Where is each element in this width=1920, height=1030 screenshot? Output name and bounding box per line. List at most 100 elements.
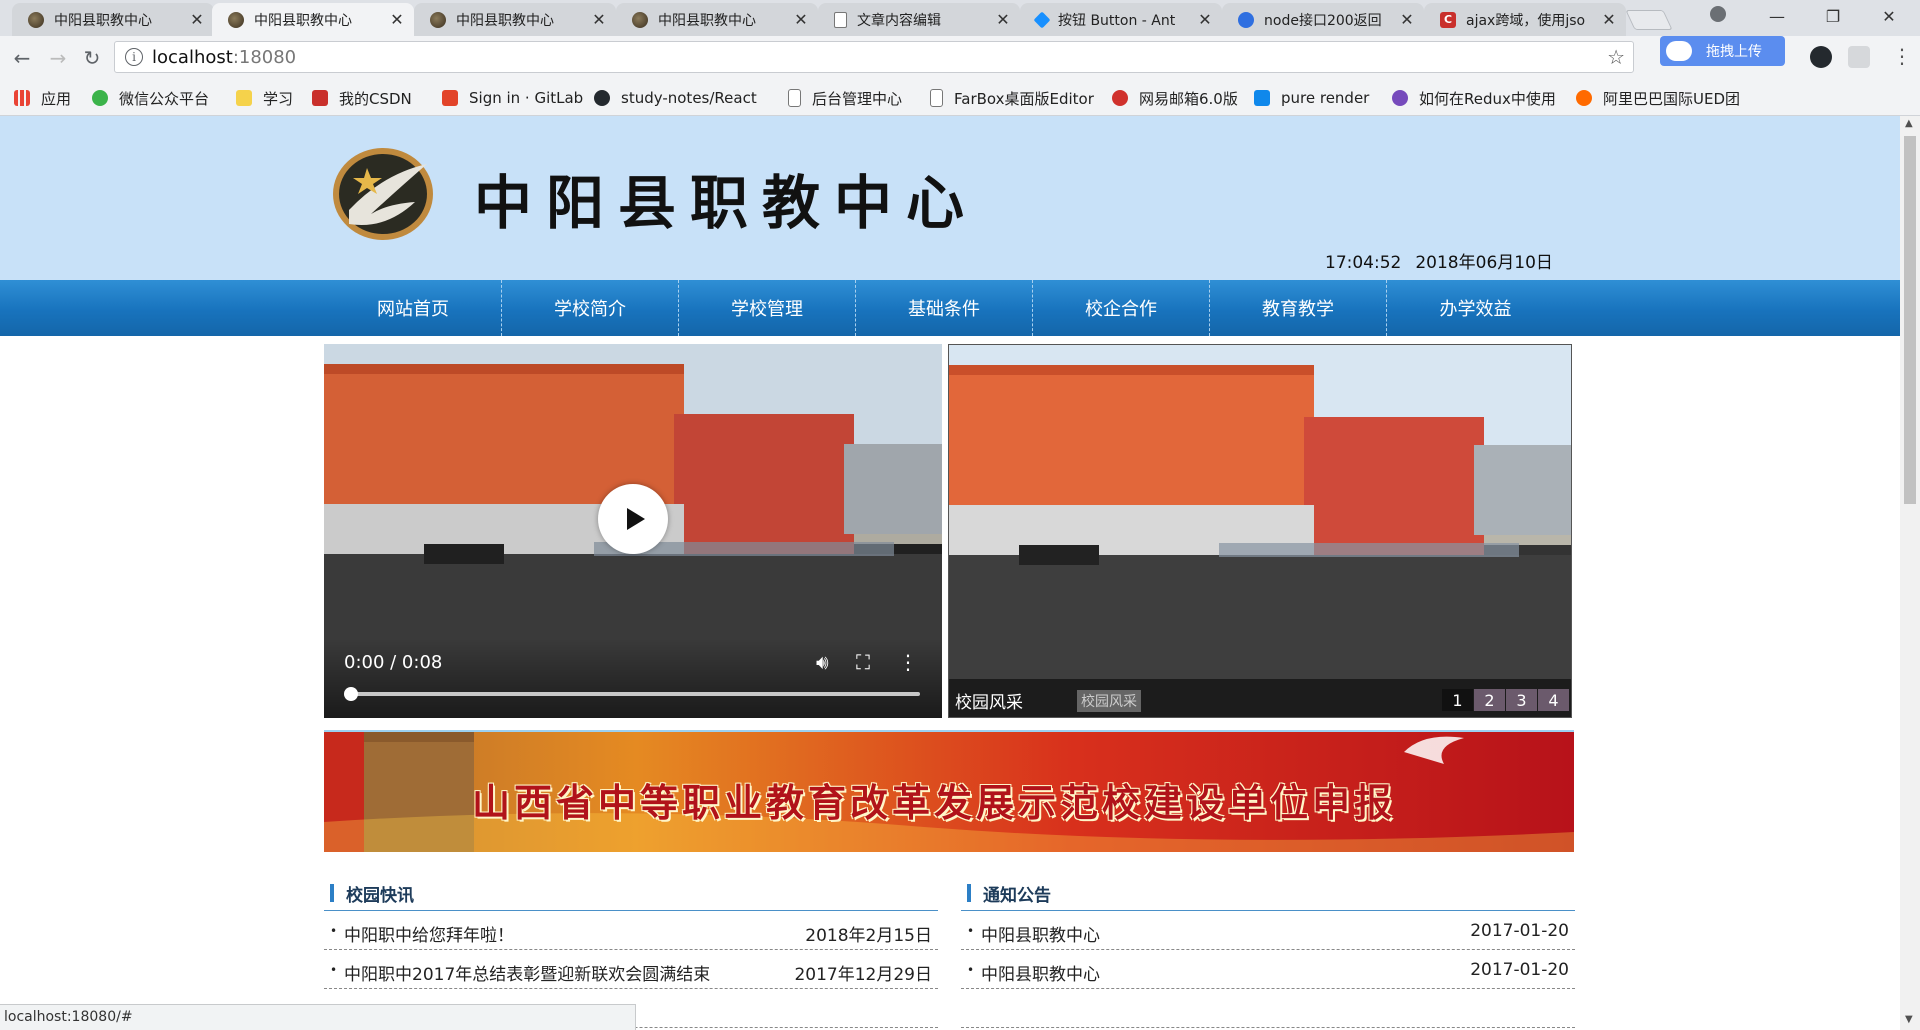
bookmark-item[interactable]: 网易邮箱6.0版 <box>1112 80 1238 116</box>
video-progress-bar[interactable] <box>350 692 920 696</box>
nav-item-cooperation[interactable]: 校企合作 <box>1033 280 1210 336</box>
bookmark-item[interactable]: 如何在Redux中使用 <box>1392 80 1556 116</box>
browser-tab[interactable]: node接口200返回 ✕ <box>1222 3 1424 36</box>
slide-page-4[interactable]: 4 <box>1538 689 1569 711</box>
news-title[interactable]: 中阳职中2017年总结表彰暨迎新联欢会圆满结束 <box>344 960 710 985</box>
header-accent <box>967 884 971 902</box>
bookmark-item[interactable]: pure render <box>1254 80 1369 116</box>
site-info-icon[interactable]: i <box>125 48 143 66</box>
nav-item-about[interactable]: 学校简介 <box>502 280 679 336</box>
minimize-icon[interactable]: — <box>1754 0 1800 32</box>
browser-tab[interactable]: 中阳县职教中心 ✕ <box>12 3 214 36</box>
address-bar[interactable]: i localhost:18080 ☆ <box>114 41 1634 73</box>
bookmark-item[interactable]: 学习 <box>236 80 293 116</box>
reload-icon[interactable]: ↻ <box>78 44 106 72</box>
browser-tab[interactable]: 中阳县职教中心 ✕ <box>414 3 616 36</box>
promo-banner[interactable]: 山西省中等职业教育改革发展示范校建设单位申报 <box>324 730 1574 852</box>
nav-item-results[interactable]: 办学效益 <box>1387 280 1564 336</box>
bookmark-label: 我的CSDN <box>339 89 412 108</box>
clock-date: 2018年06月10日 <box>1415 253 1553 273</box>
bookmark-star-icon[interactable]: ☆ <box>1607 45 1625 69</box>
bookmark-item[interactable]: 阿里巴巴国际UED团 <box>1576 80 1740 116</box>
video-time: 0:00 / 0:08 <box>344 652 443 673</box>
extension-icon[interactable] <box>1848 46 1870 68</box>
nav-item-home[interactable]: 网站首页 <box>325 280 502 336</box>
window-close-icon[interactable]: ✕ <box>1866 0 1912 32</box>
play-button[interactable] <box>598 484 668 554</box>
back-arrow-icon[interactable]: ← <box>8 44 36 72</box>
close-tab-icon[interactable]: ✕ <box>1600 10 1618 29</box>
scrollbar-thumb[interactable] <box>1904 136 1916 504</box>
cloud-icon <box>1666 41 1692 61</box>
close-tab-icon[interactable]: ✕ <box>1196 10 1214 29</box>
nav-item-management[interactable]: 学校管理 <box>679 280 856 336</box>
browser-tab[interactable]: 中阳县职教中心 ✕ <box>616 3 818 36</box>
bookmark-item[interactable]: 后台管理中心 <box>788 80 902 116</box>
bullet-icon: • <box>967 963 975 977</box>
github-extension-icon[interactable] <box>1810 46 1832 68</box>
video-player[interactable]: 0:00 / 0:08 🔊︎ ⛶ ⋮ <box>324 344 942 718</box>
document-icon <box>930 89 943 107</box>
notice-title[interactable]: 中阳县职教中心 <box>981 960 1100 985</box>
close-tab-icon[interactable]: ✕ <box>590 10 608 29</box>
tab-title: node接口200返回 <box>1264 12 1382 29</box>
close-tab-icon[interactable]: ✕ <box>388 10 406 29</box>
notice-item[interactable] <box>961 989 1575 1028</box>
campus-slideshow[interactable]: 校园风采 校园风采 1 2 3 4 <box>948 344 1572 718</box>
notice-item[interactable]: • 中阳县职教中心 2017-01-20 <box>961 911 1575 950</box>
slide-page-3[interactable]: 3 <box>1506 689 1537 711</box>
bookmark-item[interactable]: 应用 <box>14 80 71 116</box>
news-heading[interactable]: 校园快讯 <box>346 881 414 906</box>
wechat-icon <box>92 90 108 106</box>
volume-icon[interactable]: 🔊︎ <box>816 650 829 674</box>
restore-icon[interactable]: ❐ <box>1810 0 1856 32</box>
browser-tab[interactable]: 按钮 Button - Ant ✕ <box>1020 3 1222 36</box>
video-controls: 0:00 / 0:08 🔊︎ ⛶ ⋮ <box>324 638 942 718</box>
more-options-icon[interactable]: ⋮ <box>898 650 918 674</box>
bullet-icon: • <box>330 963 338 977</box>
notices-heading[interactable]: 通知公告 <box>983 881 1051 906</box>
play-icon <box>626 508 645 530</box>
browser-menu-icon[interactable]: ⋮ <box>1892 44 1912 68</box>
video-scrubber[interactable] <box>344 687 358 701</box>
bookmark-item[interactable]: 微信公众平台 <box>92 80 209 116</box>
upload-extension-button[interactable]: 拖拽上传 <box>1660 36 1785 66</box>
bookmark-item[interactable]: 我的CSDN <box>312 80 412 116</box>
nav-item-teaching[interactable]: 教育教学 <box>1210 280 1387 336</box>
scroll-down-icon[interactable]: ▼ <box>1905 1014 1913 1025</box>
scroll-up-icon[interactable]: ▲ <box>1905 118 1913 129</box>
document-icon <box>788 89 801 107</box>
zhihu-icon <box>1254 90 1270 106</box>
slide-page-1[interactable]: 1 <box>1442 689 1473 711</box>
news-item[interactable]: • 中阳职中2017年总结表彰暨迎新联欢会圆满结束 2017年12月29日 <box>324 950 938 989</box>
news-title[interactable]: 中阳职中给您拜年啦！ <box>344 921 514 946</box>
close-tab-icon[interactable]: ✕ <box>188 10 206 29</box>
close-tab-icon[interactable]: ✕ <box>994 10 1012 29</box>
main-navigation: 网站首页 学校简介 学校管理 基础条件 校企合作 教育教学 办学效益 <box>0 280 1900 336</box>
bookmark-label: 阿里巴巴国际UED团 <box>1603 89 1741 108</box>
news-item[interactable]: • 中阳职中给您拜年啦！ 2018年2月15日 <box>324 911 938 950</box>
profile-icon[interactable] <box>1710 6 1726 22</box>
forward-arrow-icon[interactable]: → <box>44 44 72 72</box>
notice-item[interactable]: • 中阳县职教中心 2017-01-20 <box>961 950 1575 989</box>
nav-item-facilities[interactable]: 基础条件 <box>856 280 1033 336</box>
bookmark-item[interactable]: study-notes/React <box>594 80 757 116</box>
baidu-paw-icon <box>1238 11 1254 28</box>
bookmark-item[interactable]: FarBox桌面版Editor <box>930 80 1094 116</box>
notice-title[interactable]: 中阳县职教中心 <box>981 921 1100 946</box>
slide-pager: 1 2 3 4 <box>1441 689 1569 711</box>
fullscreen-icon[interactable]: ⛶ <box>856 650 870 674</box>
browser-tab[interactable]: C ajax跨域，使用jso ✕ <box>1424 3 1626 36</box>
notice-date: 2017-01-20 <box>1470 960 1569 980</box>
browser-tab[interactable]: 文章内容编辑 ✕ <box>818 3 1020 36</box>
browser-tab-active[interactable]: 中阳县职教中心 ✕ <box>212 3 414 36</box>
bookmark-label: 应用 <box>41 89 72 108</box>
slide-page-2[interactable]: 2 <box>1474 689 1505 711</box>
close-tab-icon[interactable]: ✕ <box>1398 10 1416 29</box>
close-tab-icon[interactable]: ✕ <box>792 10 810 29</box>
page-scrollbar[interactable]: ▲ ▼ <box>1900 116 1920 1030</box>
apps-grid-icon <box>14 90 30 106</box>
school-logo <box>333 148 433 240</box>
bookmark-item[interactable]: Sign in · GitLab <box>442 80 583 116</box>
new-tab-button[interactable] <box>1625 10 1673 30</box>
